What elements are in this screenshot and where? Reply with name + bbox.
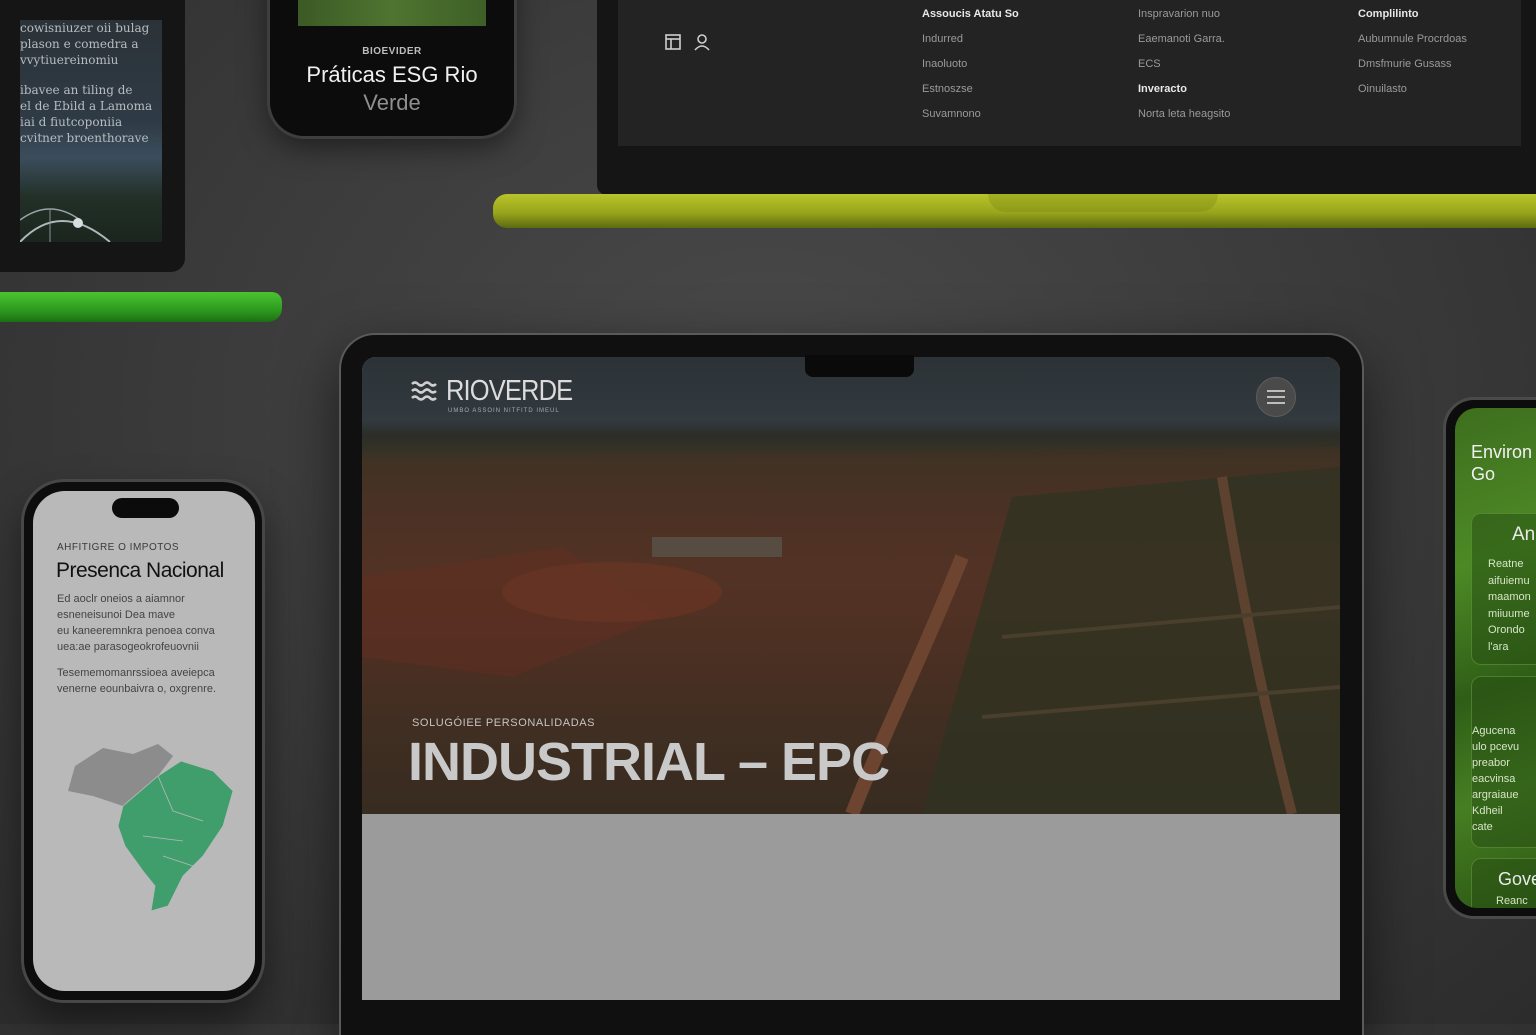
paragraph-line: Ed aoclr oneios a aiamnor bbox=[57, 593, 185, 605]
dynamic-island bbox=[112, 498, 179, 518]
footer-column-3: Complilinto Aubumnule Procrdoas Dmsfmuri… bbox=[1358, 2, 1467, 102]
paragraph-line: uea:ae parasogeokrofeuovnii bbox=[57, 641, 199, 653]
footer-column-header: Assoucis Atatu So bbox=[922, 8, 1019, 20]
brand-tagline: UMBO ASSOIN NITFITD IMEUL bbox=[448, 408, 560, 414]
calendar-icon[interactable] bbox=[664, 33, 682, 56]
esg-card[interactable]: Agucena ulo pcevu preabor eacvinsa argra… bbox=[1471, 676, 1536, 848]
brand-name: RIOVERDE bbox=[446, 375, 573, 407]
paragraph-line: Tesememomanrssioea aveiepca bbox=[57, 667, 215, 679]
structure-illustration bbox=[20, 208, 111, 242]
paragraph-line: eu kaneeremnkra penoea conva bbox=[57, 625, 215, 637]
wave-logo-icon bbox=[411, 381, 437, 401]
footer-link[interactable]: Inspravarion nuo bbox=[1138, 2, 1230, 27]
card-subtitle: Reanc bbox=[1496, 895, 1528, 907]
card-line: aifuiemu bbox=[1488, 574, 1530, 587]
camera-notch bbox=[805, 355, 914, 377]
tl-text-line: vvytiuereinomiu bbox=[20, 53, 119, 67]
top-left-laptop-screen: cowisniuzer oii bulag plason e comedra a… bbox=[20, 20, 162, 242]
card-title: An bbox=[1512, 524, 1536, 545]
card-line: maamon bbox=[1488, 591, 1531, 603]
card-line: Agucena bbox=[1472, 725, 1516, 737]
footer-link[interactable]: Aubumnule Procrdoas bbox=[1358, 27, 1467, 52]
footer-link[interactable]: ECS bbox=[1138, 52, 1230, 77]
hamburger-icon bbox=[1267, 390, 1285, 404]
tl-text-line: cowisniuzer oii bulag bbox=[20, 21, 150, 35]
footer-link[interactable]: Eaemanoti Garra. bbox=[1138, 27, 1230, 52]
card-line: ulo pcevu bbox=[1472, 741, 1520, 753]
footer-column-1: Assoucis Atatu So Indurred Inaoluoto Est… bbox=[922, 2, 1019, 127]
section-paragraph: Ed aoclr oneios a aiamnor esneneisunoi D… bbox=[57, 591, 215, 655]
footer-link[interactable]: Norta leta heagsito bbox=[1138, 102, 1230, 127]
footer-column-header: Complilinto bbox=[1358, 8, 1419, 20]
main-laptop-screen: RIOVERDE UMBO ASSOIN NITFITD IMEUL SOLUG… bbox=[362, 357, 1340, 1000]
section-title: Presenca Nacional bbox=[56, 559, 224, 582]
right-phone-heading: Environ and Go bbox=[1471, 442, 1536, 484]
card-line: preabor bbox=[1472, 757, 1510, 769]
card-line: Orondo bbox=[1488, 624, 1525, 636]
tl-text-line: ibavee an tiling de bbox=[20, 83, 133, 97]
card-line: eacvinsa bbox=[1472, 773, 1516, 785]
card-title: Gove bbox=[1498, 869, 1536, 889]
top-phone: BIOEVIDER Práticas ESG Rio Verde bbox=[270, 0, 514, 136]
card-line: cate bbox=[1472, 821, 1493, 833]
hero-kicker: SOLUGÓIEE PERSONALIDADAS bbox=[412, 717, 596, 729]
footer-link[interactable]: Dmsfmurie Gusass bbox=[1358, 52, 1467, 77]
footer-link[interactable]: Suvamnono bbox=[922, 102, 1019, 127]
tl-text-line: cvitner broenthorave bbox=[20, 131, 149, 145]
menu-button[interactable] bbox=[1256, 377, 1296, 417]
footer-link-highlighted[interactable]: Inveracto bbox=[1138, 77, 1230, 102]
top-right-laptop-hinge bbox=[988, 194, 1218, 212]
esg-card[interactable]: An Reatne aifuiemu maamon miiuume Orondo… bbox=[1471, 513, 1536, 665]
user-icon[interactable] bbox=[693, 33, 711, 56]
phone-hero-image bbox=[298, 0, 486, 26]
tl-text-line: el de Ebild a Lamoma bbox=[20, 99, 153, 113]
tl-spacer bbox=[20, 68, 152, 82]
hero-title: INDUSTRIAL – EPC bbox=[408, 732, 890, 792]
brazil-map bbox=[68, 744, 234, 912]
top-phone-title: Práticas ESG Rio bbox=[306, 62, 478, 87]
paragraph-line: esneneisunoi Dea mave bbox=[57, 609, 176, 621]
section-paragraph: Tesememomanrssioea aveiepca venerne eoun… bbox=[57, 665, 216, 697]
footer-link[interactable]: Oinuilasto bbox=[1358, 77, 1467, 102]
tl-text-line: plason e comedra a bbox=[20, 37, 139, 51]
paragraph-line: venerne eounbaivra o, oxgrenre. bbox=[57, 683, 216, 695]
top-phone-subtitle: Verde bbox=[363, 90, 421, 115]
footer-link[interactable]: Inaoluoto bbox=[922, 52, 1019, 77]
card-line: Kdheil bbox=[1472, 805, 1503, 817]
top-right-laptop-screen: Assoucis Atatu So Indurred Inaoluoto Est… bbox=[618, 0, 1521, 146]
footer-link[interactable]: Indurred bbox=[922, 27, 1019, 52]
left-phone-screen: AHFITIGRE O IMPOTOS Presenca Nacional Ed… bbox=[33, 491, 255, 991]
card-line: l'ara bbox=[1488, 640, 1509, 653]
footer-link[interactable]: Estnoszse bbox=[922, 77, 1019, 102]
top-phone-label: BIOEVIDER bbox=[362, 46, 422, 57]
top-left-laptop-base bbox=[0, 292, 282, 322]
tl-text-line: iai d fiutcoponiia bbox=[20, 115, 123, 129]
card-line: argraiaue bbox=[1472, 789, 1519, 801]
card-text: Agucena ulo pcevu preabor eacvinsa argra… bbox=[1472, 723, 1519, 835]
right-phone-screen: Environ and Go An Reatne aifuiemu maamon… bbox=[1455, 408, 1536, 908]
card-line: miiuume bbox=[1488, 607, 1530, 620]
card-line: Reatne bbox=[1488, 558, 1524, 570]
footer-column-2: Inspravarion nuo Eaemanoti Garra. ECS In… bbox=[1138, 2, 1230, 127]
hero-section: RIOVERDE UMBO ASSOIN NITFITD IMEUL SOLUG… bbox=[362, 357, 1340, 814]
esg-card[interactable]: Gove Reanc bbox=[1471, 858, 1536, 908]
card-text: Reatne aifuiemu maamon miiuume Orondo l'… bbox=[1488, 556, 1531, 655]
section-kicker: AHFITIGRE O IMPOTOS bbox=[57, 542, 180, 553]
